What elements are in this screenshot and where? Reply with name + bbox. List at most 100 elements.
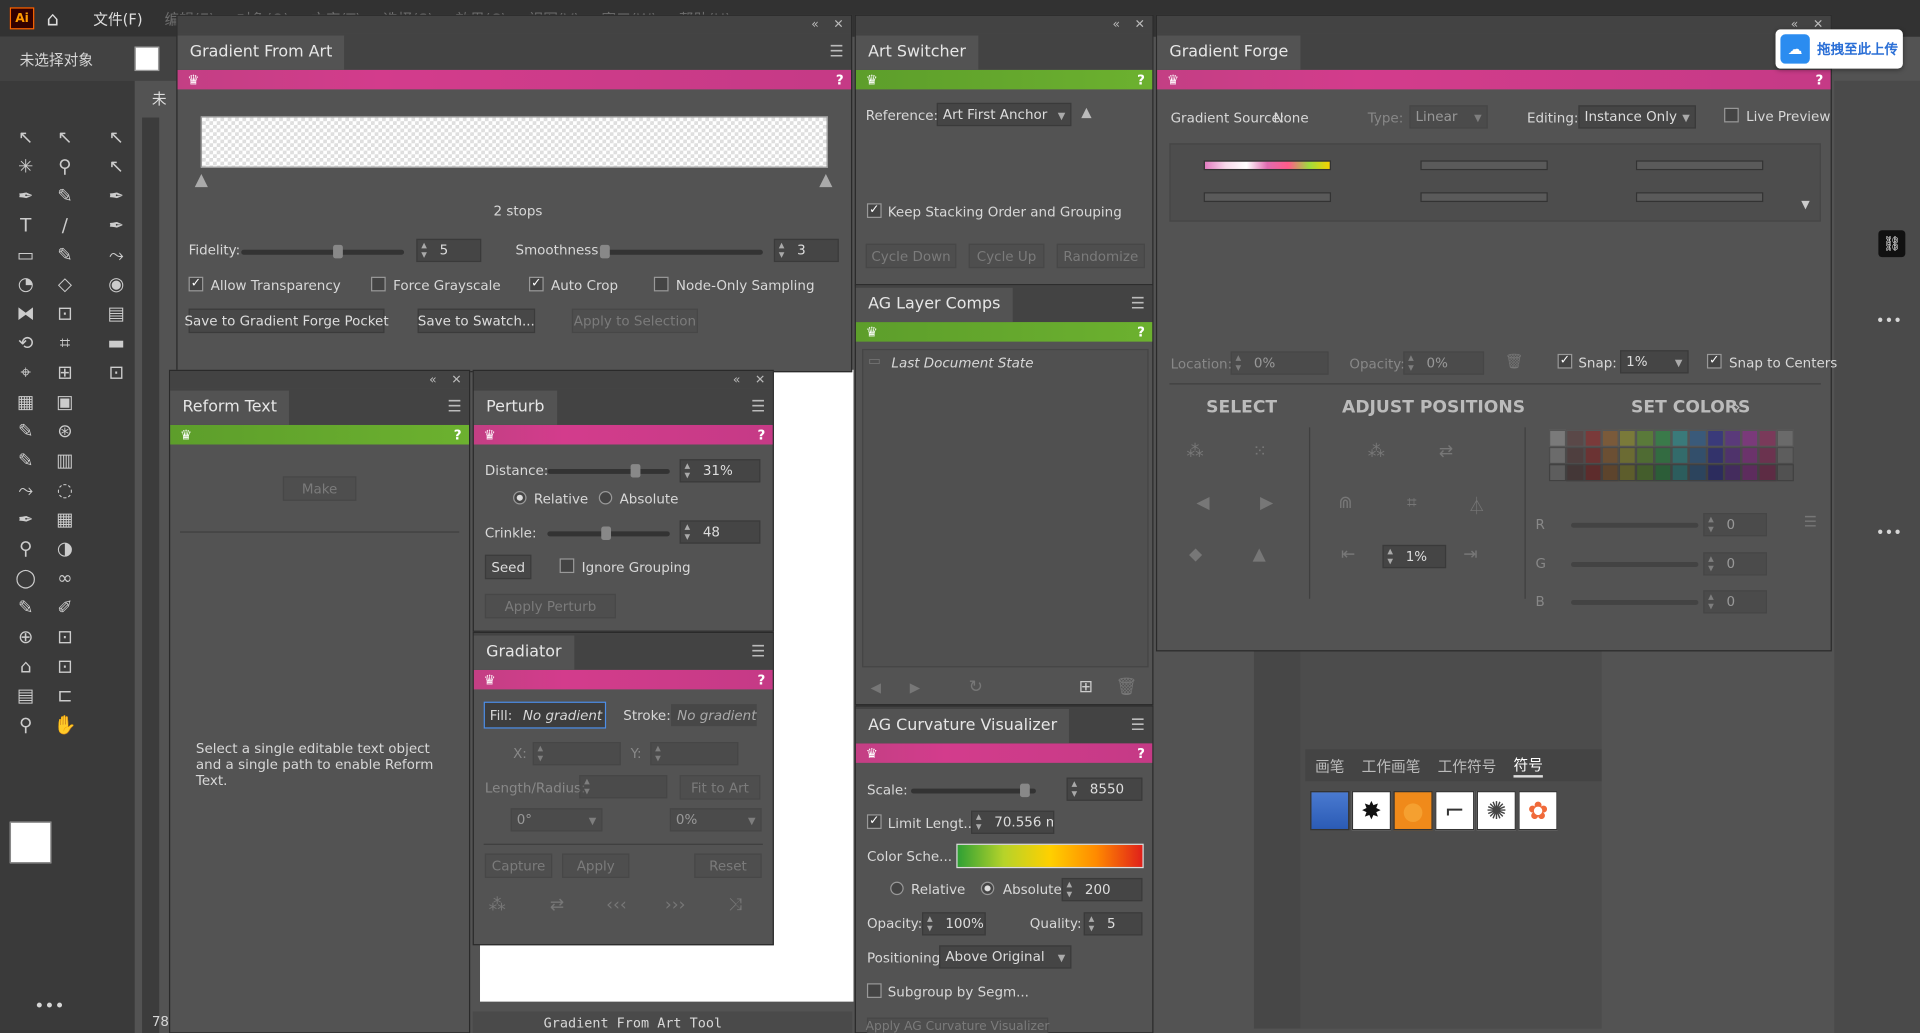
tool-toolcol1-2-icon[interactable]: ✒ <box>10 181 42 210</box>
color-swatch[interactable] <box>1636 429 1654 447</box>
tab-reform-text[interactable]: Reform Text <box>170 390 290 425</box>
tool-toolcol2-5-icon[interactable]: ◇ <box>49 269 81 298</box>
pocket-gradient-6[interactable] <box>1635 192 1764 203</box>
symbol-thumb-0[interactable] <box>1310 791 1350 831</box>
color-swatch[interactable] <box>1776 464 1794 482</box>
subgroup-checkbox[interactable] <box>866 983 882 998</box>
smoothness-field[interactable]: 3 <box>773 238 839 263</box>
document-tab[interactable]: 未 <box>152 88 167 109</box>
library-tab-2[interactable]: 工作符号 <box>1438 755 1497 776</box>
tab-layer-comps[interactable]: AG Layer Comps <box>855 287 1013 323</box>
scroll-down-icon[interactable]: ▼ <box>1801 200 1809 212</box>
tool-toolcol1-12-icon[interactable]: ⤳ <box>10 475 42 504</box>
scale-field[interactable]: 8550 <box>1066 777 1143 801</box>
tool-toolcol3-2-icon[interactable]: ✒ <box>100 181 132 210</box>
collapse-icon[interactable]: « <box>733 373 741 386</box>
color-swatch[interactable] <box>1706 464 1724 482</box>
node-only-checkbox[interactable] <box>653 276 669 292</box>
tool-toolcol2-2-icon[interactable]: ✎ <box>49 181 81 210</box>
prev-icon[interactable]: ◀ <box>871 680 881 696</box>
apply-perturb-button[interactable]: Apply Perturb <box>484 593 616 619</box>
upload-badge[interactable]: ☁ 拖拽至此上传 <box>1775 29 1903 69</box>
tool-toolcol2-3-icon[interactable]: ∕ <box>49 211 81 240</box>
positioning-dropdown[interactable]: Above Original <box>939 945 1072 969</box>
tool-toolcol3-7-icon[interactable]: ▬ <box>100 328 132 357</box>
trash-icon[interactable]: 🗑 <box>1116 677 1138 697</box>
x-field[interactable] <box>532 742 621 766</box>
select-next-icon[interactable]: ▶ <box>1260 493 1273 513</box>
color-swatch[interactable] <box>1618 429 1637 447</box>
fidelity-field[interactable]: 5 <box>416 238 482 263</box>
angle-dropdown[interactable]: 0° <box>510 808 603 832</box>
tool-toolcol1-20-icon[interactable]: ⚲ <box>10 710 42 739</box>
tool-toolcol2-18-icon[interactable]: ⊡ <box>49 651 81 680</box>
tool-toolcol1-13-icon[interactable]: ✒ <box>10 504 42 533</box>
select-color-icon[interactable]: ◆ <box>1189 545 1202 565</box>
select-stops-icon[interactable]: ⁂ <box>1187 442 1204 462</box>
color-swatch[interactable] <box>1583 464 1602 482</box>
length-field[interactable] <box>579 775 668 799</box>
help-icon[interactable]: ? <box>757 427 765 443</box>
color-swatch[interactable] <box>1688 429 1707 447</box>
reset-button[interactable]: Reset <box>694 853 762 878</box>
tool-toolcol3-5-icon[interactable]: ◉ <box>100 269 132 298</box>
color-swatch[interactable] <box>1618 464 1637 482</box>
g-field[interactable]: 0 <box>1703 552 1767 576</box>
tool-toolcol1-8-icon[interactable]: ⌖ <box>10 358 42 387</box>
color-swatch[interactable] <box>1688 464 1707 482</box>
snap-checkbox[interactable]: ✓ <box>1557 353 1573 369</box>
help-icon[interactable]: ? <box>1137 745 1145 761</box>
tool-toolcol2-6-icon[interactable]: ⊡ <box>49 299 81 328</box>
stop-left-icon[interactable]: ▲ <box>195 170 208 190</box>
tool-toolcol1-15-icon[interactable]: ◯ <box>10 563 42 592</box>
tool-toolcol1-7-icon[interactable]: ⟲ <box>10 328 42 357</box>
save-to-swatch-button[interactable]: Save to Swatch... <box>417 308 536 334</box>
layer-comp-item[interactable]: Last Document State <box>891 355 1033 371</box>
close-icon[interactable]: ✕ <box>1135 18 1145 31</box>
pocket-gradient-4[interactable] <box>1203 192 1332 203</box>
distance-field[interactable]: 31% <box>679 459 761 483</box>
tool-toolcol1-4-icon[interactable]: ▭ <box>10 240 42 269</box>
force-grayscale-checkbox[interactable] <box>371 276 386 292</box>
crinkle-knob[interactable] <box>601 526 612 541</box>
color-swatch[interactable] <box>1601 464 1619 482</box>
color-swatch[interactable] <box>1548 429 1567 447</box>
color-swatch[interactable] <box>1723 429 1742 447</box>
keep-stacking-checkbox[interactable]: ✓ <box>866 203 882 218</box>
r-field[interactable]: 0 <box>1703 513 1767 537</box>
tool-toolcol2-20-icon[interactable]: ✋ <box>49 710 81 739</box>
panel-menu-icon[interactable]: ☰ <box>751 398 765 416</box>
tool-toolcol2-8-icon[interactable]: ⊞ <box>49 358 81 387</box>
fidelity-slider[interactable] <box>241 244 405 259</box>
smoothness-knob[interactable] <box>600 244 610 259</box>
y-field[interactable] <box>650 742 739 766</box>
symbol-thumb-2[interactable]: ● <box>1393 791 1433 831</box>
distribute-icon[interactable]: ⁂ <box>1368 442 1385 462</box>
color-swatch[interactable] <box>1566 429 1584 447</box>
color-scheme-gradient[interactable] <box>956 843 1144 869</box>
collapse-icon[interactable]: « <box>811 18 819 31</box>
color-swatch[interactable] <box>1706 429 1724 447</box>
relative-radio[interactable] <box>513 491 527 505</box>
reverse-icon[interactable]: ⇄ <box>1439 442 1453 462</box>
tool-toolcol3-6-icon[interactable]: ▤ <box>100 299 132 328</box>
tool-toolcol1-11-icon[interactable]: ✎ <box>10 446 42 475</box>
tool-toolcol2-1-icon[interactable]: ⚲ <box>49 152 81 181</box>
opacity-field[interactable]: 0% <box>1403 351 1485 375</box>
tool-toolcol2-11-icon[interactable]: ▥ <box>49 446 81 475</box>
apply-curvature-button[interactable]: Apply AG Curvature Visualizer <box>866 1017 1049 1033</box>
pocket-gradient-2[interactable] <box>1420 160 1548 171</box>
color-swatch[interactable] <box>1671 464 1689 482</box>
tool-toolcol1-10-icon[interactable]: ✎ <box>10 416 42 445</box>
panel-menu-icon[interactable]: ☰ <box>751 643 765 661</box>
g-slider[interactable] <box>1571 562 1699 567</box>
absolute-radio[interactable] <box>598 491 613 505</box>
distance-knob[interactable] <box>630 464 641 478</box>
pocket-gradient-5[interactable] <box>1420 192 1548 203</box>
r-slider[interactable] <box>1571 522 1699 528</box>
auto-crop-checkbox[interactable]: ✓ <box>528 276 544 292</box>
color-swatch[interactable] <box>1583 429 1602 447</box>
crop-icon[interactable]: ⌗ <box>1407 493 1417 513</box>
apply-button[interactable]: Apply <box>562 853 630 878</box>
next-icon[interactable]: ▶ <box>910 680 920 696</box>
